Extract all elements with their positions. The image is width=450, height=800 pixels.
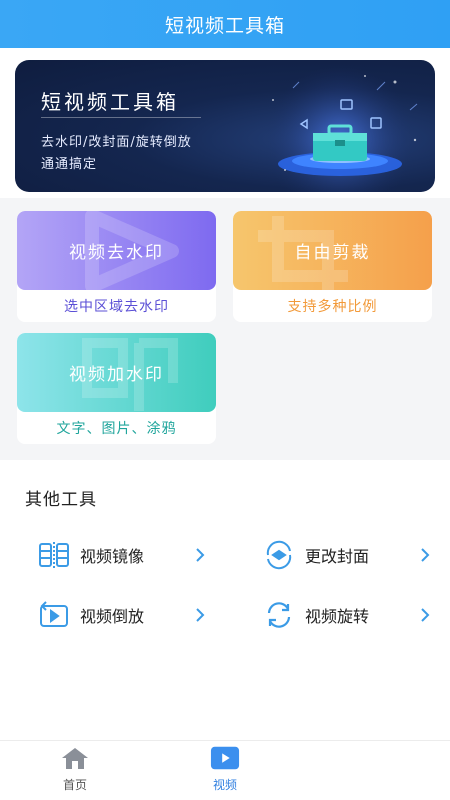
- tool-video-reverse[interactable]: 视频倒放: [38, 595, 207, 635]
- remove-watermark-caption: 选中区域去水印: [64, 299, 169, 315]
- remove-watermark-label: 视频去水印: [69, 243, 164, 263]
- tool-label: 视频旋转: [305, 607, 370, 626]
- cover-icon: [263, 539, 295, 571]
- add-watermark-card[interactable]: 视频加水印 文字、图片、涂鸦: [17, 333, 216, 444]
- toolbox-illustration: [265, 65, 418, 192]
- other-tools-section: 其他工具 视频镜像 更改封面 视频倒放 视频旋转: [0, 460, 450, 740]
- banner-subtitle-2: 通通搞定: [41, 157, 98, 172]
- tool-label: 更改封面: [305, 547, 370, 566]
- mirror-icon: [38, 539, 70, 571]
- add-watermark-label: 视频加水印: [69, 365, 164, 385]
- banner-divider: [41, 117, 201, 118]
- bottom-tab-bar: 首页 视频: [0, 740, 450, 800]
- promo-banner[interactable]: 短视频工具箱 去水印/改封面/旋转倒放 通通搞定: [15, 60, 435, 192]
- tool-video-rotate[interactable]: 视频旋转: [263, 595, 432, 635]
- video-icon: [210, 745, 240, 771]
- reverse-play-icon: [38, 599, 70, 631]
- rotate-icon: [263, 599, 295, 631]
- tool-label: 视频倒放: [80, 607, 145, 626]
- tab-video[interactable]: 视频: [165, 741, 285, 800]
- free-crop-label: 自由剪裁: [294, 243, 371, 263]
- chevron-right-icon: [196, 608, 205, 622]
- chevron-right-icon: [196, 548, 205, 562]
- add-watermark-banner: 视频加水印: [17, 333, 216, 412]
- app-header: 短视频工具箱: [0, 0, 450, 48]
- feature-cards: 视频去水印 选中区域去水印 自由剪裁 支持多种比例 视频加水印 文字、图片、涂鸦: [0, 198, 450, 460]
- tab-label: 首页: [62, 778, 87, 792]
- tab-label: 视频: [212, 778, 237, 792]
- page-title: 短视频工具箱: [164, 14, 285, 37]
- tool-video-mirror[interactable]: 视频镜像: [38, 535, 207, 575]
- other-tools-title: 其他工具: [25, 490, 97, 510]
- remove-watermark-card[interactable]: 视频去水印 选中区域去水印: [17, 211, 216, 322]
- free-crop-card[interactable]: 自由剪裁 支持多种比例: [233, 211, 432, 322]
- tool-change-cover[interactable]: 更改封面: [263, 535, 432, 575]
- banner-title: 短视频工具箱: [41, 90, 179, 114]
- chevron-right-icon: [421, 548, 430, 562]
- home-icon: [60, 745, 90, 771]
- remove-watermark-banner: 视频去水印: [17, 211, 216, 290]
- add-watermark-caption: 文字、图片、涂鸦: [56, 421, 177, 437]
- tab-home[interactable]: 首页: [15, 741, 135, 800]
- free-crop-banner: 自由剪裁: [233, 211, 432, 290]
- free-crop-caption: 支持多种比例: [287, 299, 378, 315]
- banner-subtitle: 去水印/改封面/旋转倒放: [41, 135, 192, 150]
- tool-label: 视频镜像: [80, 547, 145, 566]
- chevron-right-icon: [421, 608, 430, 622]
